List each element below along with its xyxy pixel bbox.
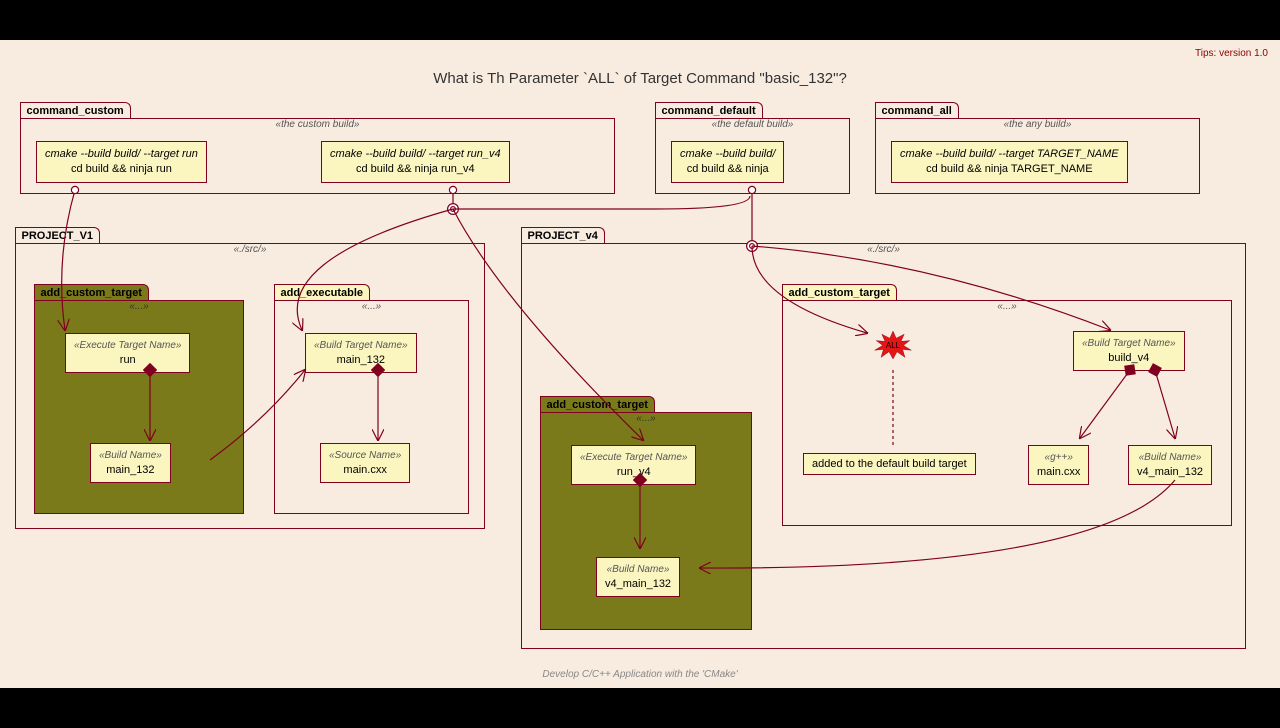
note-all: added to the default build target [803,453,976,475]
tips-text: Tips: version 1.0 [1195,48,1268,59]
node-v4-main: «Build Name» v4_main_132 [596,557,680,597]
package-project-v1: PROJECT_V1 «./src/» add_custom_target «.… [15,243,485,529]
command-box-c2: cmake --build build/ --target run_v4 cd … [321,141,510,183]
command-box-c3: cmake --build build/ cd build && ninja [671,141,784,183]
node-v4-main-2: «Build Name» v4_main_132 [1128,445,1212,485]
node-run: «Execute Target Name» run [65,333,190,373]
package-add-custom-target-v4: add_custom_target «...» «Execute Target … [540,412,752,630]
node-gpp: «g++» main.cxx [1028,445,1089,485]
package-add-custom-target-v4b: add_custom_target «...» ALL added to the… [782,300,1232,526]
package-tab: add_custom_target [34,284,149,300]
package-tab: add_executable [274,284,371,300]
letterbox-top [0,0,1280,40]
package-command-all: command_all «the any build» cmake --buil… [875,118,1200,194]
package-tab: PROJECT_v4 [521,227,605,243]
package-tab: add_custom_target [540,396,655,412]
command-box-c1: cmake --build build/ --target run cd bui… [36,141,207,183]
node-build-v4: «Build Target Name» build_v4 [1073,331,1185,371]
package-add-custom-target-v1: add_custom_target «...» «Execute Target … [34,300,244,514]
command-box-c4: cmake --build build/ --target TARGET_NAM… [891,141,1128,183]
footer-text: Develop C/C++ Application with the 'CMak… [0,669,1280,680]
package-tab: PROJECT_V1 [15,227,101,243]
package-add-executable: add_executable «...» «Build Target Name»… [274,300,469,514]
package-stereo: «the custom build» [276,119,360,130]
package-stereo: «the default build» [712,119,794,130]
page-title: What is Th Parameter `ALL` of Target Com… [0,70,1280,87]
node-run-v4: «Execute Target Name» run_v4 [571,445,696,485]
node-build-target: «Build Target Name» main_132 [305,333,417,373]
package-tab: command_custom [20,102,131,118]
burst-all: ALL [873,331,913,359]
package-command-default: command_default «the default build» cmak… [655,118,850,194]
package-stereo: «./src/» [234,244,267,255]
svg-text:ALL: ALL [886,341,901,350]
package-stereo: «the any build» [1004,119,1072,130]
package-tab: add_custom_target [782,284,897,300]
node-main-132: «Build Name» main_132 [90,443,171,483]
node-main-cxx: «Source Name» main.cxx [320,443,410,483]
package-tab: command_default [655,102,763,118]
package-command-custom: command_custom «the custom build» cmake … [20,118,615,194]
package-tab: command_all [875,102,959,118]
letterbox-bottom [0,688,1280,728]
diagram-canvas: Tips: version 1.0 What is Th Parameter `… [0,40,1280,688]
package-project-v4: PROJECT_v4 «./src/» add_custom_target «.… [521,243,1246,649]
stage: Tips: version 1.0 What is Th Parameter `… [0,0,1280,720]
